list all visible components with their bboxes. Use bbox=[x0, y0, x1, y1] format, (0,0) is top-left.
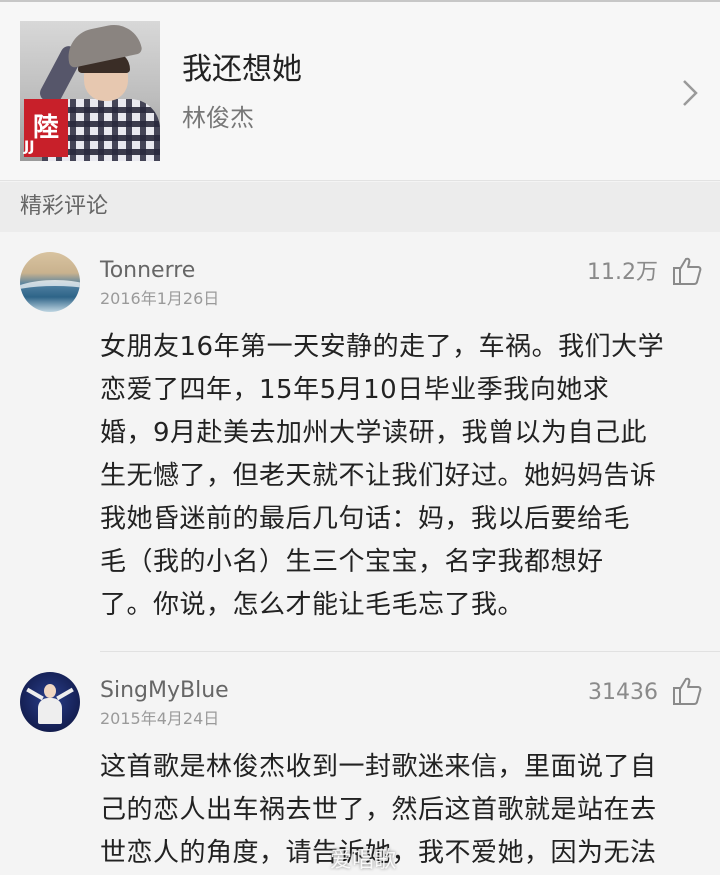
comment-line: 恋爱了四年，15年5月10日毕业季我向她求 bbox=[100, 375, 610, 405]
comment-line: 女朋友16年第一天安静的走了，车祸。我们大学 bbox=[100, 332, 665, 362]
comment-date: 2016年1月26日 bbox=[100, 289, 220, 308]
comment-line: 毛（我的小名）生三个宝宝，名字我都想好 bbox=[100, 547, 604, 577]
comment-divider bbox=[100, 651, 720, 652]
song-title: 我还想她 bbox=[182, 52, 302, 87]
song-artist[interactable]: 林俊杰 bbox=[182, 102, 254, 134]
like-count: 31436 bbox=[588, 680, 658, 705]
comment-body: 这首歌是林俊杰收到一封歌迷来信，里面说了自 己的恋人出车祸去世了，然后这首歌就是… bbox=[100, 746, 696, 875]
chevron-right-icon[interactable] bbox=[680, 78, 700, 108]
comment-line: 生无憾了，但老天就不让我们好过。她妈妈告诉 bbox=[100, 461, 657, 491]
like-count: 11.2万 bbox=[587, 260, 658, 285]
comment-line: 世恋人的角度，请告诉她，我不爱她，因为无法 bbox=[100, 838, 657, 868]
avatar[interactable] bbox=[20, 672, 80, 732]
comment-username[interactable]: Tonnerre bbox=[100, 256, 195, 286]
album-jj-mark: JJ bbox=[24, 139, 35, 155]
song-info-card[interactable]: 陸 JJ 我还想她 林俊杰 bbox=[0, 2, 720, 181]
comment-line: 己的恋人出车祸去世了，然后这首歌就是站在去 bbox=[100, 795, 657, 825]
section-title: 精彩评论 bbox=[20, 194, 109, 219]
thumbs-up-icon[interactable] bbox=[671, 256, 703, 286]
comment-username[interactable]: SingMyBlue bbox=[100, 676, 229, 706]
comment-line: 了。你说，怎么才能让毛毛忘了我。 bbox=[100, 590, 525, 620]
thumbs-up-icon[interactable] bbox=[671, 676, 703, 706]
comment-line: 这首歌是林俊杰收到一封歌迷来信，里面说了自 bbox=[100, 752, 657, 782]
comment-body: 女朋友16年第一天安静的走了，车祸。我们大学 恋爱了四年，15年5月10日毕业季… bbox=[100, 326, 696, 627]
section-header: 精彩评论 bbox=[0, 182, 720, 232]
album-cover[interactable]: 陸 JJ bbox=[20, 21, 160, 161]
watermark: 爱唱歌 bbox=[330, 848, 397, 873]
avatar[interactable] bbox=[20, 252, 80, 312]
comment-line: 我她昏迷前的最后几句话：妈，我以后要给毛 bbox=[100, 504, 631, 534]
comment-line: 婚，9月赴美去加州大学读研，我曾以为自己此 bbox=[100, 418, 648, 448]
comment-date: 2015年4月24日 bbox=[100, 709, 220, 728]
